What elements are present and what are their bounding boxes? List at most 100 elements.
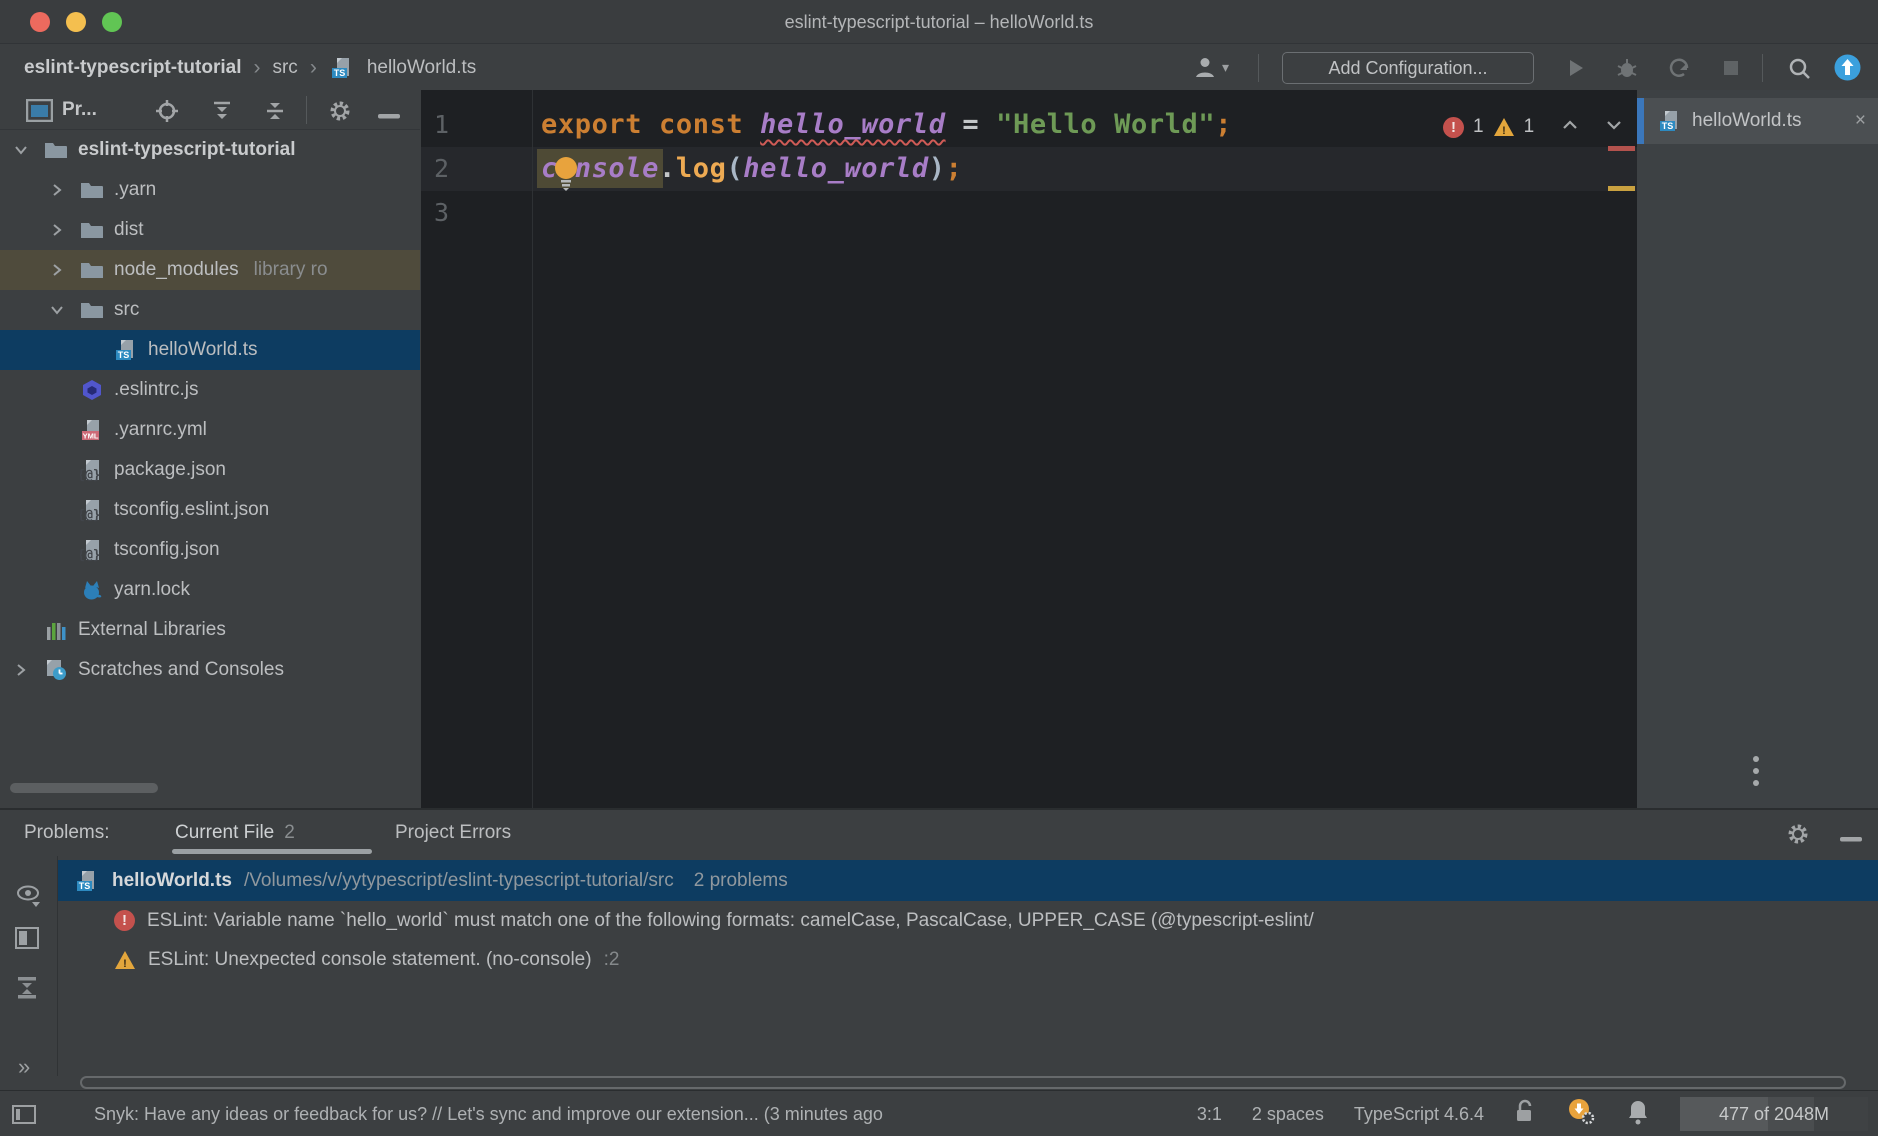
breadcrumb-file[interactable]: helloWorld.ts xyxy=(367,57,476,79)
update-available-icon[interactable] xyxy=(1832,52,1863,88)
typescript-version-widget[interactable]: TypeScript 4.6.4 xyxy=(1354,1104,1484,1125)
unlock-icon[interactable] xyxy=(1514,1099,1536,1130)
open-preview-icon[interactable] xyxy=(14,926,42,955)
semicolon-token: ; xyxy=(1215,109,1232,140)
tree-item-eslintrc-file[interactable]: .eslintrc.js xyxy=(0,370,420,410)
gear-icon[interactable] xyxy=(1786,822,1810,851)
breadcrumb-src[interactable]: src xyxy=(272,57,297,79)
tree-item-tsconfig-json[interactable]: {@} tsconfig.json xyxy=(0,530,420,570)
tree-item-external-libraries[interactable]: External Libraries xyxy=(0,610,420,650)
gear-icon[interactable] xyxy=(328,99,352,128)
problem-row-error[interactable]: ! ESLint: Variable name `hello_world` mu… xyxy=(58,901,1878,940)
preview-eye-icon[interactable] xyxy=(14,882,44,915)
svg-text:TS: TS xyxy=(118,350,130,360)
notifications-bell-icon[interactable] xyxy=(1626,1099,1650,1130)
tree-item-label: Scratches and Consoles xyxy=(78,659,284,681)
problems-file-row[interactable]: TS helloWorld.ts /Volumes/v/yytypescript… xyxy=(58,860,1878,901)
tree-item-yarn-lock[interactable]: yarn.lock xyxy=(0,570,420,610)
indent-widget[interactable]: 2 spaces xyxy=(1252,1104,1324,1125)
error-stripe-mark[interactable] xyxy=(1608,146,1635,151)
tree-item-node-modules-folder[interactable]: node_modules library ro xyxy=(0,250,420,290)
chevron-collapsed-icon[interactable] xyxy=(44,261,70,279)
close-icon[interactable]: × xyxy=(1855,110,1866,132)
tree-item-label: .yarn xyxy=(114,179,156,201)
tree-item-package-json[interactable]: {@} package.json xyxy=(0,450,420,490)
problems-tool-window: Problems: Current File2 Project Errors »… xyxy=(0,810,1878,1090)
problem-row-warning[interactable]: ! ESLint: Unexpected console statement. … xyxy=(58,940,1878,979)
titlebar: eslint-typescript-tutorial – helloWorld.… xyxy=(0,0,1878,44)
tree-item-label: tsconfig.eslint.json xyxy=(114,499,269,521)
inspections-widget[interactable]: ! 1 ! 1 xyxy=(1443,116,1624,138)
tree-item-yarnrc-file[interactable]: YML .yarnrc.yml xyxy=(0,410,420,450)
tree-item-dist-folder[interactable]: dist xyxy=(0,210,420,250)
code-editor[interactable]: 1 2 3 export const hello_world = "Hello … xyxy=(421,90,1637,808)
breadcrumb-separator-icon: › xyxy=(310,56,317,80)
locate-file-icon[interactable] xyxy=(155,99,179,128)
tree-item-label: External Libraries xyxy=(78,619,226,641)
json-file-icon: {@} xyxy=(79,458,105,482)
string-token: "Hello World" xyxy=(996,109,1215,140)
collapse-all-icon[interactable] xyxy=(14,974,40,1005)
line-number: 3 xyxy=(421,191,449,235)
memory-indicator[interactable]: 477 of 2048M xyxy=(1680,1097,1868,1131)
tree-item-label: package.json xyxy=(114,459,226,481)
project-tree: eslint-typescript-tutorial .yarn dist no… xyxy=(0,130,420,690)
chevron-collapsed-icon[interactable] xyxy=(44,181,70,199)
toolbar-divider xyxy=(1762,54,1763,82)
chevron-expanded-icon[interactable] xyxy=(8,141,34,159)
tree-item-yarn-folder[interactable]: .yarn xyxy=(0,170,420,210)
user-account-icon[interactable] xyxy=(1192,54,1220,87)
debug-icon[interactable] xyxy=(1614,55,1640,86)
project-tool-window: Pr... eslint-typescript-tut xyxy=(0,90,420,808)
search-everywhere-icon[interactable] xyxy=(1786,55,1814,88)
problems-horizontal-scrollbar[interactable] xyxy=(80,1076,1846,1089)
tree-item-tsconfig-eslint-json[interactable]: {@} tsconfig.eslint.json xyxy=(0,490,420,530)
tab-strip-overflow-icon[interactable] xyxy=(1753,756,1759,786)
chevron-collapsed-icon[interactable] xyxy=(44,221,70,239)
profiler-icon[interactable] xyxy=(1666,55,1692,86)
run-icon[interactable] xyxy=(1562,55,1588,86)
show-more-icon[interactable]: » xyxy=(18,1054,30,1080)
svg-text:YML: YML xyxy=(83,432,99,441)
project-panel-title[interactable]: Pr... xyxy=(62,90,97,130)
project-tool-icon[interactable] xyxy=(26,99,53,127)
code-line-2: console.log(hello_world); xyxy=(541,147,962,191)
typescript-file-icon: TS xyxy=(74,869,100,893)
collapse-all-icon[interactable] xyxy=(263,99,287,128)
stop-icon[interactable] xyxy=(1718,55,1744,86)
main-toolbar: eslint-typescript-tutorial › src › TS he… xyxy=(0,45,1878,90)
hide-panel-icon[interactable] xyxy=(378,107,400,125)
tree-item-label: node_modules xyxy=(114,259,239,281)
warning-stripe-mark[interactable] xyxy=(1608,186,1635,191)
tree-item-src-folder[interactable]: src xyxy=(0,290,420,330)
editor-tab-helloworld[interactable]: TS helloWorld.ts × xyxy=(1644,98,1878,144)
add-configuration-button[interactable]: Add Configuration... xyxy=(1282,52,1534,84)
chevron-collapsed-icon[interactable] xyxy=(8,661,34,679)
expand-all-icon[interactable] xyxy=(210,99,234,128)
caret-position-widget[interactable]: 3:1 xyxy=(1197,1104,1222,1125)
next-problem-icon[interactable] xyxy=(1604,116,1624,138)
toolbar-divider xyxy=(1258,54,1259,82)
tree-item-project-root[interactable]: eslint-typescript-tutorial xyxy=(0,130,420,170)
code-line-1: export const hello_world = "Hello World"… xyxy=(541,103,1232,147)
previous-problem-icon[interactable] xyxy=(1560,116,1580,138)
status-message[interactable]: Snyk: Have any ideas or feedback for us?… xyxy=(94,1091,1144,1136)
chevron-expanded-icon[interactable] xyxy=(44,301,70,319)
tree-horizontal-scrollbar[interactable] xyxy=(10,783,158,793)
tree-item-label: .yarnrc.yml xyxy=(114,419,207,441)
dot-token: . xyxy=(659,153,676,184)
chevron-down-icon[interactable]: ▾ xyxy=(1222,59,1229,76)
window-title: eslint-typescript-tutorial – helloWorld.… xyxy=(0,0,1878,44)
tab-project-errors[interactable]: Project Errors xyxy=(395,810,511,856)
editor-tab-label: helloWorld.ts xyxy=(1692,110,1801,132)
breadcrumb-project[interactable]: eslint-typescript-tutorial xyxy=(24,57,241,79)
status-widgets: 3:1 2 spaces TypeScript 4.6.4 477 of 204… xyxy=(1197,1091,1868,1136)
tool-window-toggle-icon[interactable] xyxy=(12,1105,36,1129)
snyk-update-icon[interactable] xyxy=(1566,1098,1596,1131)
hide-panel-icon[interactable] xyxy=(1840,830,1862,848)
tree-item-scratches[interactable]: Scratches and Consoles xyxy=(0,650,420,690)
tree-item-label: helloWorld.ts xyxy=(148,339,257,361)
tree-item-helloworld-file[interactable]: TS helloWorld.ts xyxy=(0,330,420,370)
intention-bulb-icon[interactable] xyxy=(551,154,581,197)
problems-file-summary: 2 problems xyxy=(694,870,788,892)
